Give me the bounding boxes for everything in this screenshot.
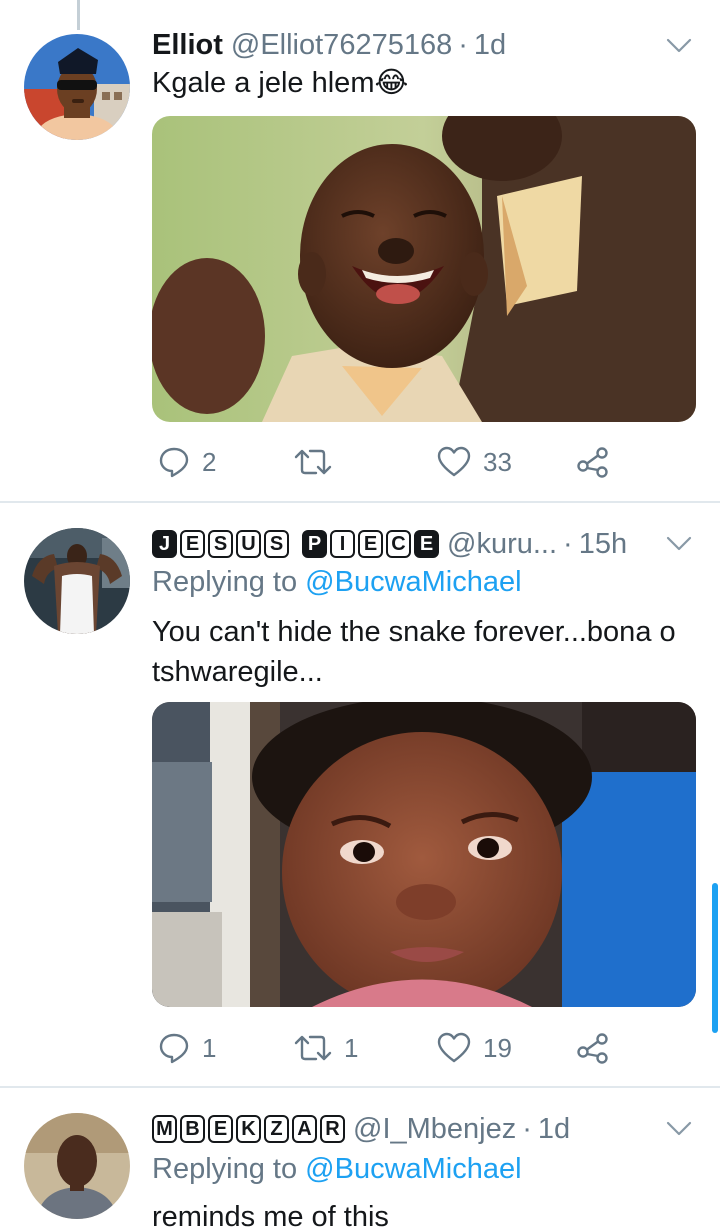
tweet[interactable]: Elliot @Elliot76275168 · 1d Kgale a jele… — [0, 0, 720, 502]
name-letter: E — [208, 1115, 233, 1143]
chevron-down-icon[interactable] — [666, 536, 692, 562]
timestamp[interactable]: 15h — [579, 528, 627, 561]
like-icon — [437, 1032, 471, 1063]
avatar[interactable] — [24, 1113, 130, 1219]
tweet-text-content: Kgale a jele hlem — [152, 67, 375, 99]
replying-to-mention[interactable]: @BucwaMichael — [305, 566, 521, 598]
tweet[interactable]: M B E K Z A R @I_Mbenjez · 1d Replying t… — [0, 1087, 720, 1232]
share-button[interactable] — [576, 442, 610, 482]
reply-count: 1 — [202, 1032, 217, 1063]
name-letter: S — [208, 530, 233, 558]
separator-dot: · — [522, 1112, 532, 1145]
name-letter: U — [236, 530, 261, 558]
separator-dot: · — [458, 28, 468, 61]
name-letter: R — [320, 1115, 345, 1143]
like-button[interactable]: 19 — [437, 1028, 512, 1068]
tweet-actions: 2 33 — [152, 442, 622, 482]
like-icon — [437, 446, 471, 477]
name-letter: E — [180, 530, 205, 558]
replying-to-prefix: Replying to — [152, 1153, 298, 1185]
reply-icon — [159, 1033, 189, 1064]
name-letter: J — [152, 530, 177, 558]
tweet-image[interactable] — [152, 702, 696, 1007]
author-handle[interactable]: @I_Mbenjez — [353, 1113, 516, 1146]
author-handle[interactable]: @Elliot76275168 — [231, 29, 452, 62]
share-icon — [577, 447, 608, 478]
retweet-count: 1 — [344, 1032, 359, 1063]
author-name[interactable]: Elliot — [152, 29, 223, 62]
name-letter: S — [264, 530, 289, 558]
replying-to-prefix: Replying to — [152, 566, 298, 598]
name-letter: Z — [264, 1115, 289, 1143]
tweet[interactable]: J E S U S P I E C E @kuru... · 15h Reply… — [0, 502, 720, 1087]
tweet-header: J E S U S P I E C E @kuru... · 15h — [152, 524, 627, 564]
like-button[interactable]: 33 — [437, 442, 512, 482]
separator-dot: · — [563, 527, 573, 560]
reply-icon — [159, 447, 189, 478]
name-letter: E — [358, 530, 383, 558]
retweet-icon — [294, 449, 332, 475]
timestamp[interactable]: 1d — [474, 29, 506, 62]
name-letter: K — [236, 1115, 261, 1143]
reply-button[interactable]: 1 — [158, 1028, 216, 1068]
timestamp[interactable]: 1d — [538, 1113, 570, 1146]
tweet-header: M B E K Z A R @I_Mbenjez · 1d — [152, 1109, 570, 1149]
avatar[interactable] — [24, 528, 130, 634]
reply-button[interactable]: 2 — [158, 442, 216, 482]
author-name[interactable]: M B E K Z A R — [152, 1115, 345, 1143]
name-letter: A — [292, 1115, 317, 1143]
face-with-tears-of-joy-icon: 😂 — [374, 67, 409, 99]
chevron-down-icon[interactable] — [666, 1121, 692, 1147]
name-letter: E — [414, 530, 439, 558]
replying-to-mention[interactable]: @BucwaMichael — [305, 1153, 521, 1185]
name-letter: B — [180, 1115, 205, 1143]
tweet-header: Elliot @Elliot76275168 · 1d — [152, 25, 506, 65]
tweet-actions: 1 1 19 — [152, 1028, 622, 1068]
replying-to: Replying to @BucwaMichael — [152, 1153, 522, 1186]
name-letter: I — [330, 530, 355, 558]
like-count: 19 — [483, 1032, 512, 1063]
name-word-jesus: J E S U S — [152, 530, 289, 558]
avatar[interactable] — [24, 34, 130, 140]
name-word-piece: P I E C E — [302, 530, 439, 558]
share-button[interactable] — [576, 1028, 610, 1068]
retweet-button[interactable] — [294, 442, 344, 482]
name-word-mbekzar: M B E K Z A R — [152, 1115, 345, 1143]
tweet-text: reminds me of this — [152, 1201, 389, 1232]
name-letter: C — [386, 530, 411, 558]
author-handle[interactable]: @kuru... — [447, 528, 557, 561]
tweet-image[interactable] — [152, 116, 696, 422]
retweet-button[interactable]: 1 — [294, 1028, 358, 1068]
share-icon — [577, 1033, 608, 1064]
chevron-down-icon[interactable] — [666, 38, 692, 64]
reply-count: 2 — [202, 446, 217, 477]
tweet-text: You can't hide the snake forever...bona … — [152, 616, 676, 688]
tweet-text: Kgale a jele hlem😂 — [152, 63, 697, 103]
like-count: 33 — [483, 446, 512, 477]
name-letter: M — [152, 1115, 177, 1143]
scrollbar[interactable] — [712, 883, 718, 1033]
replying-to: Replying to @BucwaMichael — [152, 566, 522, 599]
name-letter: P — [302, 530, 327, 558]
retweet-icon — [294, 1035, 332, 1061]
author-name[interactable]: J E S U S P I E C E — [152, 530, 439, 558]
